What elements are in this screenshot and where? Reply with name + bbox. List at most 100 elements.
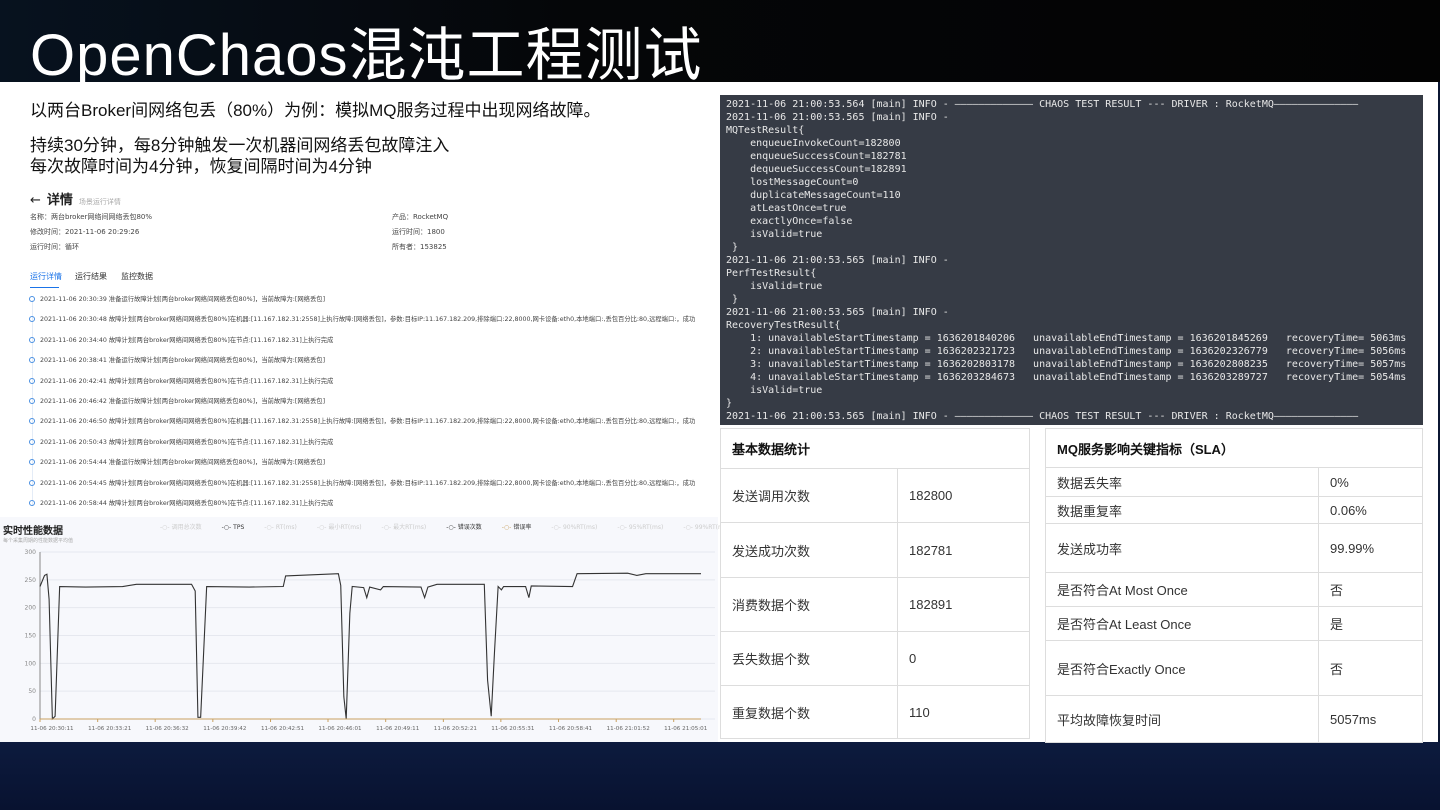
row-value: 0% (1318, 467, 1423, 497)
x-tick-label: 11-06 20:55:31 (491, 726, 535, 732)
field-product: 产品：RocketMQ (392, 213, 449, 221)
intro-line-1: 以两台Broker间网络包丢（80%）为例：模拟MQ服务过程中出现网络故障。 (30, 101, 601, 120)
field-run-time: 运行时间：1800 (392, 228, 445, 236)
terminal-line: 2021-11-06 21:00:53.565 [main] INFO - (726, 112, 949, 123)
table-row: 是否符合Exactly Once 否 (1045, 640, 1423, 696)
row-label: 是否符合Exactly Once (1045, 640, 1319, 696)
timeline-text: 2021-11-06 20:34:40 故障计划[两台broker网络间网络丢包… (40, 336, 334, 344)
terminal-line: 2: unavailableStartTimestamp = 163620232… (726, 346, 1407, 357)
y-tick-label: 50 (28, 688, 36, 695)
terminal-line: MQTestResult{ (726, 125, 805, 136)
tab-monitoring[interactable]: 监控数据 (121, 271, 153, 282)
field-modified: 修改时间：2021-11-06 20:29:26 (30, 228, 140, 236)
row-value: 否 (1318, 640, 1423, 696)
timeline-text: 2021-11-06 20:46:50 故障计划[两台broker网络间网络丢包… (40, 418, 696, 426)
timeline-item: 2021-11-06 20:30:39 准备运行故障计划[两台broker网络间… (29, 294, 325, 303)
row-value: 99.99% (1318, 523, 1423, 573)
footer-band (0, 742, 1440, 810)
timeline-item: 2021-11-06 20:50:43 故障计划[两台broker网络间网络丢包… (29, 437, 333, 446)
row-label: 数据重复率 (1045, 496, 1319, 524)
row-value: 5057ms (1318, 695, 1423, 743)
timeline-text: 2021-11-06 20:50:43 故障计划[两台broker网络间网络丢包… (40, 438, 334, 446)
timeline-dot-icon (29, 296, 35, 302)
y-tick-label: 100 (25, 660, 37, 667)
basic-stats-title: 基本数据统计 (720, 428, 1030, 469)
row-label: 平均故障恢复时间 (1045, 695, 1319, 743)
timeline-dot-icon (29, 500, 35, 506)
timeline-item: 2021-11-06 20:34:40 故障计划[两台broker网络间网络丢包… (29, 335, 333, 344)
row-value: 0.06% (1318, 496, 1423, 524)
table-row: 发送成功次数 182781 (720, 522, 1030, 578)
x-tick-label: 11-06 20:42:51 (261, 726, 305, 732)
timeline-item: 2021-11-06 20:54:44 准备运行故障计划[两台broker网络间… (29, 457, 325, 466)
terminal-line: duplicateMessageCount=110 (726, 190, 901, 201)
terminal-line: isValid=true (726, 385, 823, 396)
row-value: 110 (897, 685, 1030, 739)
row-value: 是 (1318, 606, 1423, 641)
terminal-output: 2021-11-06 21:00:53.564 [main] INFO - ——… (720, 95, 1423, 425)
tps-line-chart: 0 50 100 150 200 250 300 11-06 20:30:11 11-06 20… (25, 549, 715, 732)
terminal-line: enqueueSuccessCount=182781 (726, 151, 907, 162)
row-label: 丢失数据个数 (720, 631, 898, 686)
timeline-dot-icon (29, 438, 35, 445)
terminal-line: isValid=true (726, 281, 823, 292)
back-arrow-icon[interactable]: ← (30, 193, 41, 208)
active-tab-indicator (30, 287, 59, 288)
detail-title: 详情 (46, 193, 73, 208)
x-tick-label: 11-06 20:58:41 (549, 726, 593, 732)
timeline-text: 2021-11-06 20:58:44 故障计划[两台broker网络间网络丢包… (40, 500, 334, 507)
table-row: 是否符合At Least Once 是 (1045, 606, 1423, 641)
detail-header: ← 详情 场景运行详情 (30, 189, 121, 208)
table-row: 平均故障恢复时间 5057ms (1045, 695, 1423, 743)
timeline-item: 2021-11-06 20:42:41 故障计划[两台broker网络间网络丢包… (29, 376, 333, 385)
x-tick-label: 11-06 20:30:11 (30, 726, 74, 732)
row-value: 否 (1318, 572, 1423, 607)
terminal-line: atLeastOnce=true (726, 203, 847, 214)
y-tick-label: 0 (32, 716, 36, 723)
performance-chart-panel: 实时性能数据 每个采集周期的性能数据平均值 -○- 调用总次数 -○- TPS -○- R… (0, 517, 729, 742)
terminal-line: 4: unavailableStartTimestamp = 163620328… (726, 372, 1407, 383)
terminal-line: } (726, 242, 739, 253)
table-row: 发送成功率 99.99% (1045, 523, 1423, 573)
x-tick-label: 11-06 20:46:01 (318, 726, 362, 732)
field-name: 名称：两台broker网络间网络丢包80% (30, 213, 152, 221)
x-tick-label: 11-06 21:01:52 (607, 726, 650, 732)
timeline-text: 2021-11-06 20:46:42 准备运行故障计划[两台broker网络间… (40, 398, 326, 405)
table-row: 数据丢失率 0% (1045, 467, 1423, 497)
intro-line-3: 每次故障时间为4分钟，恢复间隔时间为4分钟 (30, 157, 372, 176)
slide-title: OpenChaos混沌工程测试 (30, 23, 703, 88)
sla-table: MQ服务影响关键指标（SLA） 数据丢失率 0% 数据重复率 0.06% 发送成功率 99… (1045, 428, 1423, 743)
y-tick-label: 150 (25, 633, 37, 640)
y-tick-label: 250 (25, 577, 37, 584)
row-value: 182800 (897, 468, 1030, 523)
terminal-line: 2021-11-06 21:00:53.565 [main] INFO - (726, 307, 949, 318)
timeline-dot-icon (29, 357, 35, 364)
terminal-line: } (726, 398, 733, 409)
timeline-dot-icon (29, 316, 35, 323)
x-tick-label: 11-06 20:52:21 (434, 726, 478, 732)
x-tick-label: 11-06 20:39:42 (203, 726, 246, 732)
x-tick-label: 11-06 20:49:11 (376, 726, 420, 732)
timeline-item: 2021-11-06 20:58:44 故障计划[两台broker网络间网络丢包… (29, 498, 333, 507)
timeline-text: 2021-11-06 20:30:39 准备运行故障计划[两台broker网络间… (40, 296, 326, 303)
terminal-line: 2021-11-06 21:00:53.565 [main] INFO - (726, 255, 949, 266)
timeline-text: 2021-11-06 20:42:41 故障计划[两台broker网络间网络丢包… (40, 377, 334, 385)
row-label: 发送调用次数 (720, 468, 898, 523)
basic-stats-table: 基本数据统计 发送调用次数 182800 发送成功次数 182781 消费数据个数 182… (720, 428, 1030, 739)
terminal-line: dequeueSuccessCount=182891 (726, 164, 907, 175)
table-row: 是否符合At Most Once 否 (1045, 572, 1423, 607)
terminal-line: 2021-11-06 21:00:53.565 [main] INFO - ——… (726, 411, 1359, 422)
timeline-item: 2021-11-06 20:38:41 准备运行故障计划[两台broker网络间… (29, 355, 325, 364)
row-label: 是否符合At Most Once (1045, 572, 1319, 607)
table-row: 发送调用次数 182800 (720, 468, 1030, 523)
timeline-item: 2021-11-06 20:46:42 准备运行故障计划[两台broker网络间… (29, 396, 325, 405)
row-label: 发送成功次数 (720, 522, 898, 578)
terminal-line: 3: unavailableStartTimestamp = 163620280… (726, 359, 1407, 370)
timeline-dot-icon (29, 398, 35, 404)
terminal-line: } (726, 294, 739, 305)
tab-run-results[interactable]: 运行结果 (75, 271, 107, 282)
timeline-text: 2021-11-06 20:30:48 故障计划[两台broker网络间网络丢包… (40, 316, 696, 324)
tab-run-details[interactable]: 运行详情 (30, 271, 62, 282)
timeline-item: 2021-11-06 20:46:50 故障计划[两台broker网络间网络丢包… (29, 416, 695, 425)
timeline-text: 2021-11-06 20:38:41 准备运行故障计划[两台broker网络间… (40, 357, 326, 365)
